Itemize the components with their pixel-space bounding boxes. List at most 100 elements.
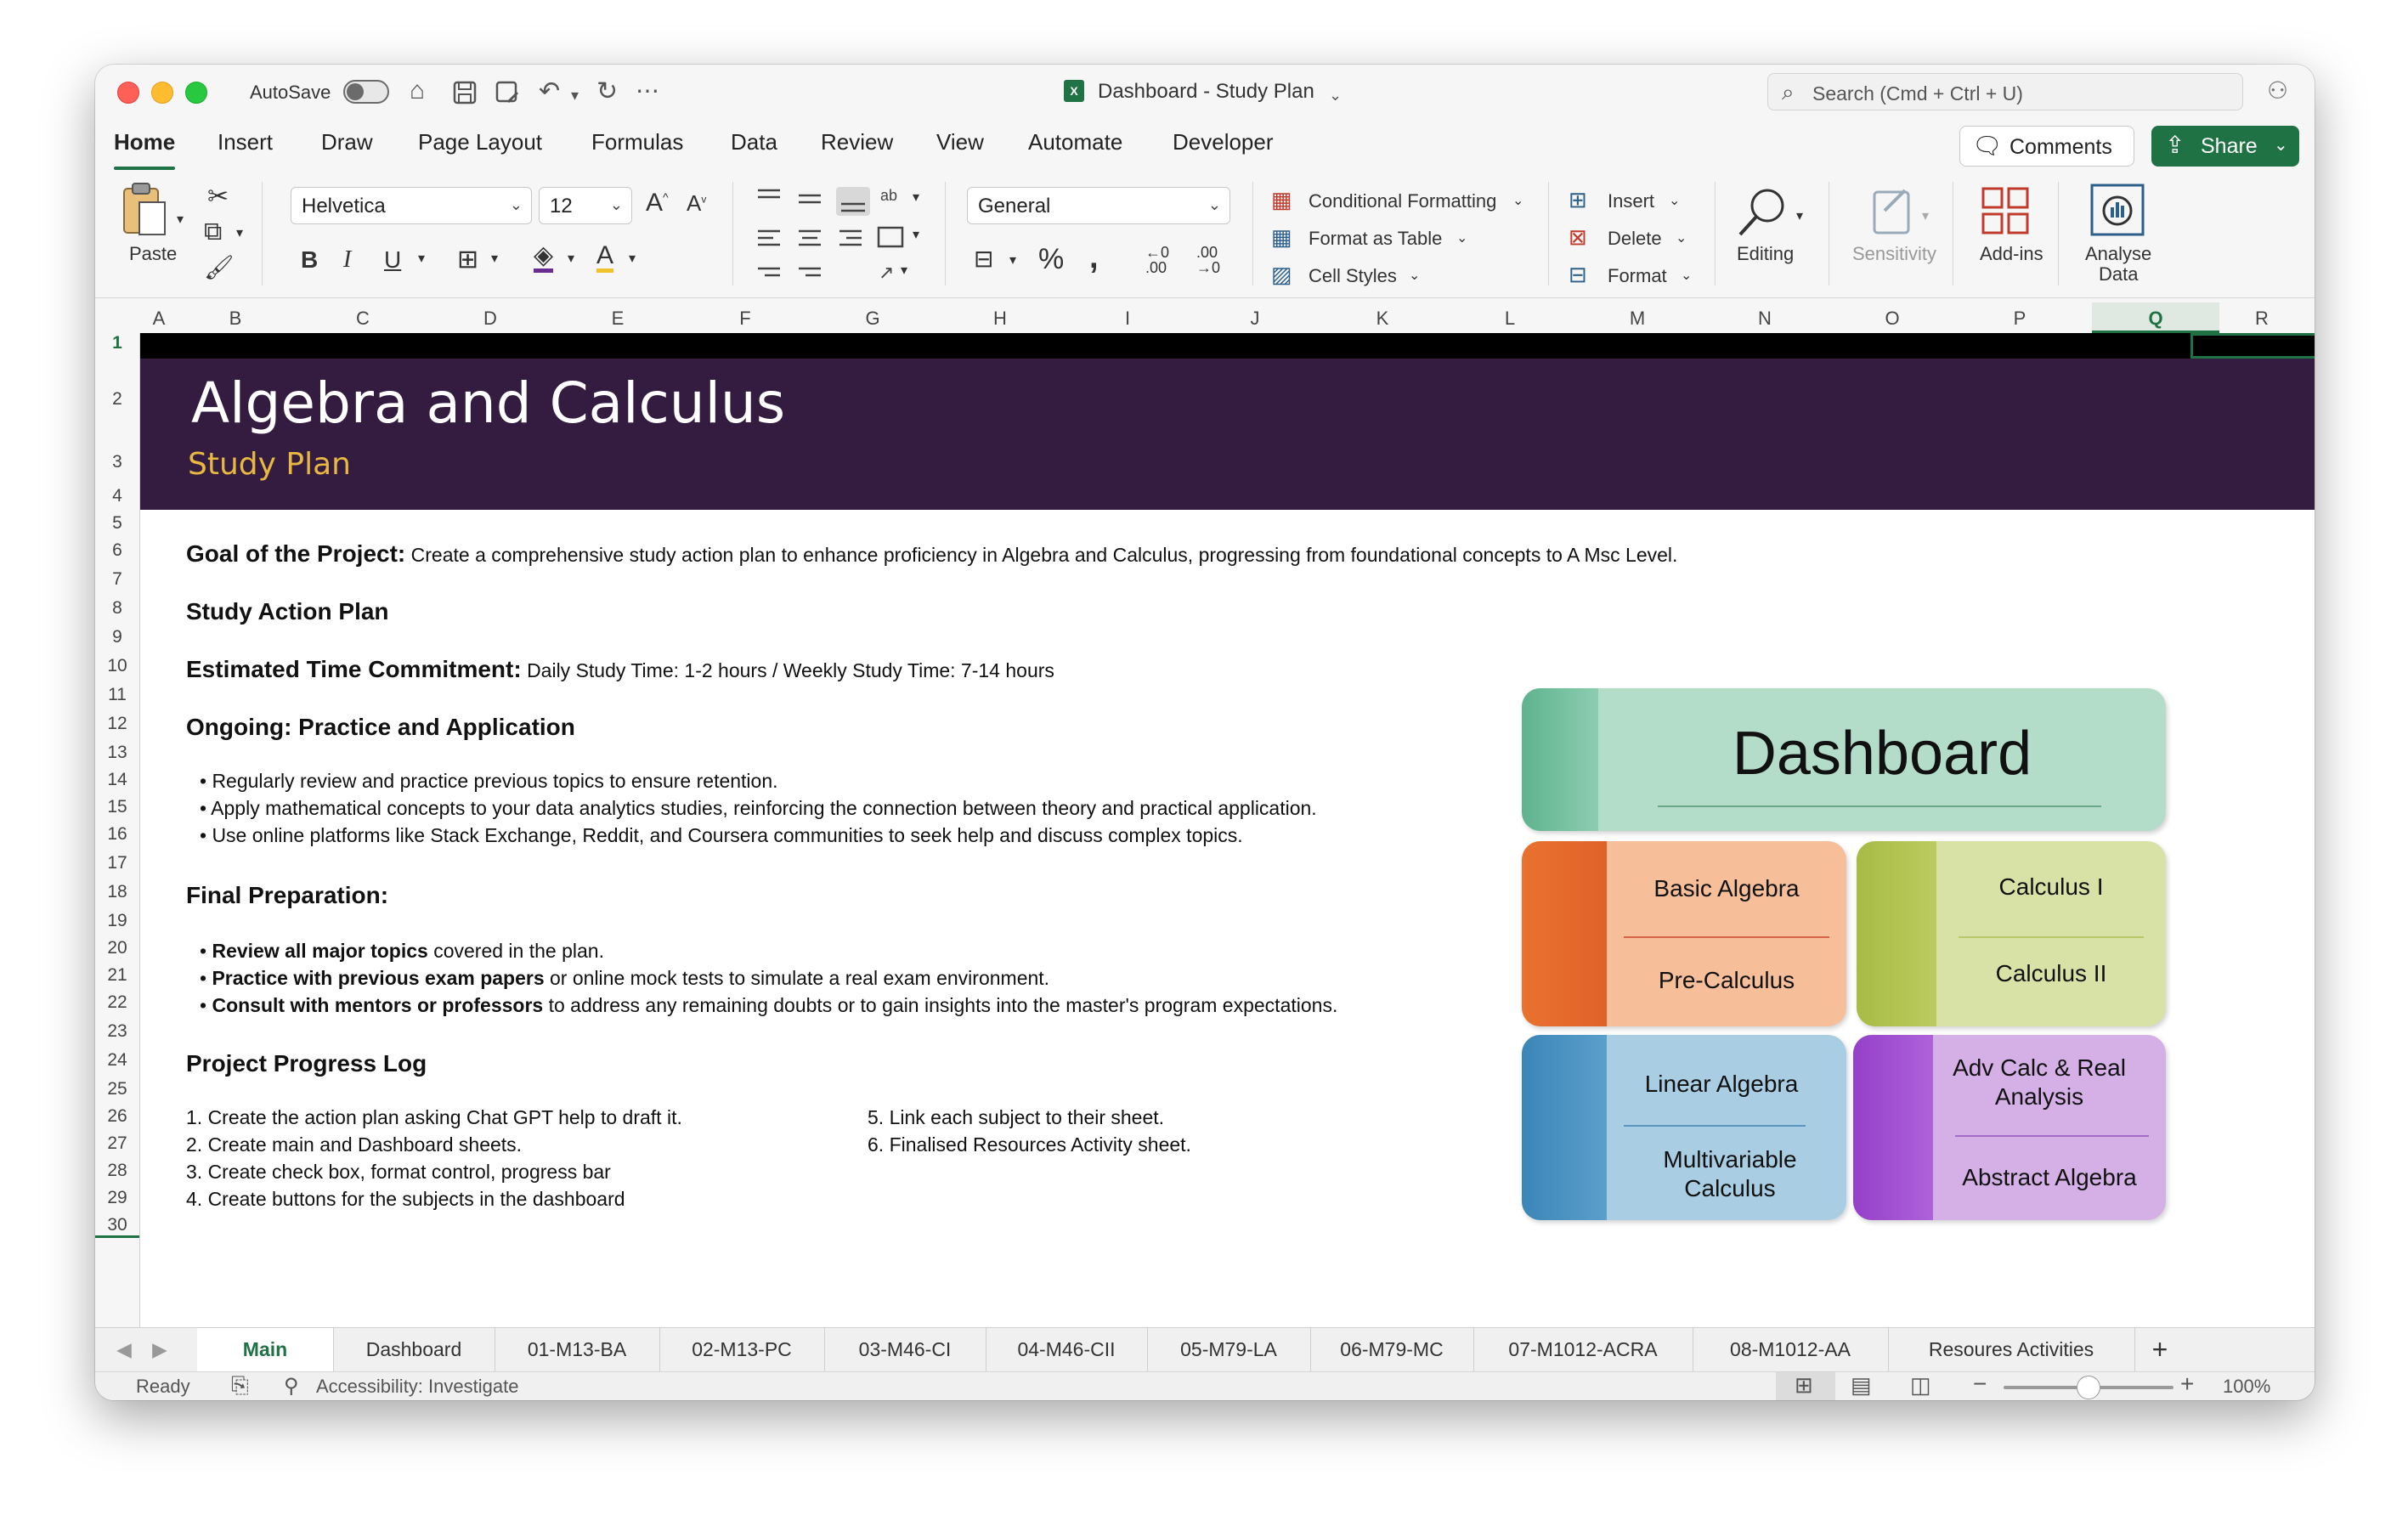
italic-button[interactable]: I [343, 246, 351, 274]
decrease-decimal-icon[interactable]: .00 →0 [1196, 245, 1220, 275]
column-header[interactable]: I [1064, 308, 1191, 330]
subject-link[interactable]: Pre-Calculus [1607, 967, 1846, 994]
subject-card-linear-algebra[interactable]: Linear Algebra Multivariable Calculus [1522, 1035, 1846, 1220]
title-dropdown-icon[interactable]: ⌄ [1329, 87, 1342, 105]
conditional-formatting-icon[interactable]: ▦ [1271, 187, 1292, 213]
save-icon[interactable] [452, 76, 478, 112]
column-header[interactable]: C [299, 308, 427, 330]
scroll-tabs-right-icon[interactable]: ▶ [143, 1328, 177, 1372]
row-header[interactable]: 19 [95, 911, 139, 931]
insert-cells-icon[interactable]: ⊞ [1569, 187, 1587, 213]
row-header[interactable]: 9 [95, 627, 139, 647]
chevron-down-icon[interactable]: ⌄ [1676, 229, 1687, 246]
row-header[interactable]: 2 [95, 389, 139, 410]
alignment-group[interactable]: ab ↗ [755, 184, 924, 285]
autosave-toggle[interactable] [343, 80, 389, 104]
tab-page-layout[interactable]: Page Layout [418, 129, 542, 155]
row-header[interactable]: 16 [95, 824, 139, 845]
accounting-icon[interactable]: ⊟ [974, 245, 993, 273]
chevron-down-icon[interactable]: ⌄ [1512, 192, 1523, 209]
add-sheet-icon[interactable]: + [2134, 1328, 2185, 1372]
undo-dropdown-icon[interactable]: ▾ [571, 87, 579, 105]
dashboard-title-card[interactable]: Dashboard [1522, 688, 2166, 831]
row-header[interactable]: 3 [95, 452, 139, 472]
column-header[interactable]: P [1956, 308, 2083, 330]
add-ins-icon[interactable] [1978, 184, 2032, 238]
sheet-tab[interactable]: 06-M79-MC [1310, 1328, 1474, 1372]
page-break-view-icon[interactable]: ◫ [1910, 1372, 1931, 1399]
underline-button[interactable]: U [384, 246, 401, 274]
comments-button[interactable]: 🗨 Comments [1959, 126, 2134, 167]
column-header[interactable]: A [146, 308, 172, 330]
fill-color-icon[interactable]: ◈ [534, 243, 554, 273]
row-header[interactable]: 17 [95, 853, 139, 873]
row-header[interactable]: 4 [95, 486, 139, 506]
zoom-slider[interactable] [2004, 1376, 2173, 1399]
editing-search-icon[interactable] [1735, 185, 1789, 240]
chevron-down-icon[interactable]: ⌄ [1669, 192, 1680, 209]
zoom-slider-thumb[interactable] [2077, 1376, 2100, 1399]
paste-dropdown-icon[interactable]: ▾ [177, 211, 184, 228]
delete-cells-icon[interactable]: ⊠ [1569, 224, 1587, 251]
increase-font-icon[interactable]: A^ [646, 189, 669, 218]
tab-formulas[interactable]: Formulas [591, 129, 683, 155]
chevron-down-icon[interactable]: ⌄ [1681, 267, 1692, 284]
tab-home[interactable]: Home [114, 129, 176, 170]
row-header[interactable]: 20 [95, 938, 139, 958]
document-title[interactable]: Dashboard - Study Plan [1098, 80, 1314, 104]
tab-data[interactable]: Data [731, 129, 777, 155]
column-header-selected[interactable]: Q [2092, 308, 2219, 330]
format-as-table-icon[interactable]: ▦ [1271, 224, 1292, 251]
delete-cells-button[interactable]: Delete [1608, 228, 1662, 250]
fill-dropdown-icon[interactable]: ▾ [568, 250, 574, 267]
conditional-formatting-button[interactable]: Conditional Formatting [1309, 190, 1496, 212]
row-header[interactable]: 8 [95, 598, 139, 619]
tab-draw[interactable]: Draw [321, 129, 373, 155]
close-window-button[interactable] [117, 82, 139, 104]
column-header[interactable]: G [809, 308, 936, 330]
row-header[interactable]: 23 [95, 1021, 139, 1042]
row-header[interactable]: 21 [95, 965, 139, 986]
increase-decimal-icon[interactable]: ←0.00 [1145, 245, 1169, 275]
column-header[interactable]: D [427, 308, 554, 330]
redo-icon[interactable]: ↻ [596, 76, 618, 106]
accessibility-icon[interactable]: ⚲ [284, 1374, 299, 1399]
row-header[interactable]: 22 [95, 992, 139, 1013]
macro-record-icon[interactable]: ⎘ [231, 1372, 249, 1399]
analyse-data-icon[interactable] [2089, 182, 2148, 238]
sheet-tab[interactable]: 08-M1012-AA [1693, 1328, 1889, 1372]
page-layout-view-icon[interactable]: ▤ [1851, 1372, 1872, 1399]
column-header[interactable]: M [1574, 308, 1701, 330]
column-header[interactable]: F [681, 308, 809, 330]
subject-card-advanced[interactable]: Adv Calc & Real Analysis Abstract Algebr… [1853, 1035, 2166, 1220]
accessibility-status[interactable]: Accessibility: Investigate [316, 1376, 518, 1398]
tab-automate[interactable]: Automate [1028, 129, 1122, 155]
cut-icon[interactable]: ✂ [207, 182, 229, 212]
tab-insert[interactable]: Insert [218, 129, 273, 155]
paste-icon[interactable] [119, 182, 170, 236]
column-header[interactable]: O [1829, 308, 1956, 330]
home-icon[interactable]: ⌂ [410, 76, 425, 105]
sheet-tab[interactable]: 01-M13-BA [495, 1328, 660, 1372]
tab-view[interactable]: View [936, 129, 984, 155]
subject-link[interactable]: Linear Algebra [1607, 1071, 1836, 1098]
insert-cells-button[interactable]: Insert [1608, 190, 1654, 212]
zoom-level[interactable]: 100% [2223, 1376, 2270, 1398]
save-as-icon[interactable] [495, 76, 520, 112]
column-header[interactable]: R [2219, 308, 2304, 330]
chevron-down-icon[interactable]: ⌄ [1456, 229, 1467, 246]
copy-icon[interactable]: ⧉ [204, 218, 222, 246]
subject-card-basic-algebra[interactable]: Basic Algebra Pre-Calculus [1522, 841, 1846, 1026]
row-header[interactable]: 18 [95, 882, 139, 902]
font-size-select[interactable]: 12 ⌄ [539, 187, 632, 224]
comma-icon[interactable]: , [1089, 240, 1099, 276]
sheet-tab[interactable]: 02-M13-PC [659, 1328, 825, 1372]
sheet-tab[interactable]: Resoures Activities [1888, 1328, 2135, 1372]
format-as-table-button[interactable]: Format as Table [1309, 228, 1442, 250]
font-name-select[interactable]: Helvetica ⌄ [291, 187, 532, 224]
more-icon[interactable]: ⋯ [636, 76, 659, 105]
wrap-dropdown-icon[interactable]: ▾ [913, 189, 919, 206]
cell-styles-button[interactable]: Cell Styles [1309, 265, 1397, 287]
sheet-tab-main[interactable]: Main [197, 1328, 334, 1372]
search-box[interactable]: ⌕ Search (Cmd + Ctrl + U) [1767, 73, 2243, 110]
